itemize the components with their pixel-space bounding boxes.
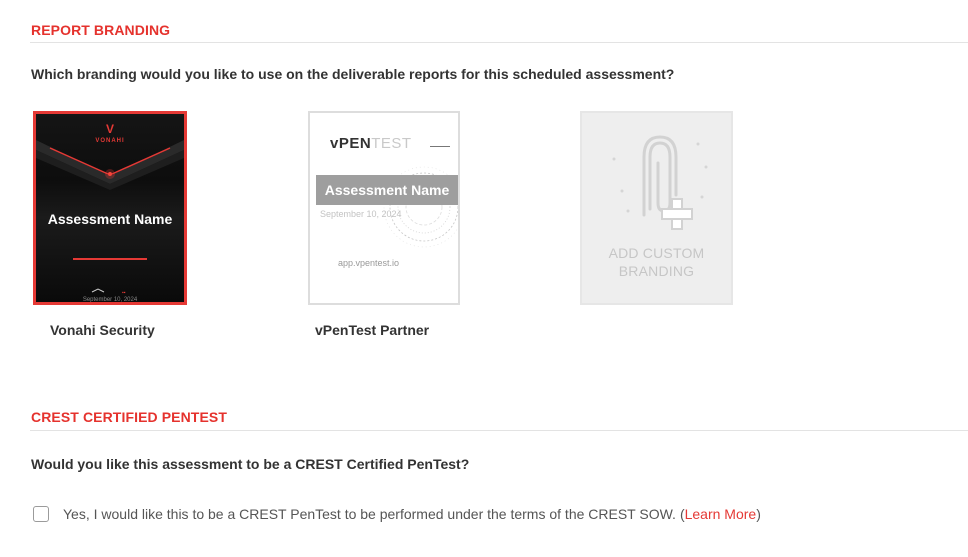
crest-question: Would you like this assessment to be a C… — [31, 456, 470, 472]
crest-checkbox-label: Yes, I would like this to be a CREST Pen… — [63, 506, 676, 522]
paperclip-plus-icon — [612, 135, 708, 230]
crest-checkbox[interactable] — [33, 506, 49, 522]
add-custom-branding-button[interactable]: ADD CUSTOM BRANDING — [580, 111, 733, 305]
svg-text:▪▪: ▪▪ — [122, 290, 126, 296]
report-branding-title: REPORT BRANDING — [31, 22, 171, 38]
divider — [30, 42, 968, 43]
branding-label-vonahi: Vonahi Security — [50, 322, 155, 338]
preview-divider-line — [73, 258, 147, 260]
vonahi-logo: V — [105, 122, 114, 136]
preview-url: app.vpentest.io — [338, 258, 400, 268]
paren-close: ) — [756, 506, 761, 522]
add-custom-branding-label: ADD CUSTOM BRANDING — [608, 245, 705, 279]
vpentest-logo: vPENTEST — [330, 135, 412, 152]
preview-date: September 10, 2024 — [320, 209, 402, 219]
preview-date: September 10, 2024 — [82, 297, 138, 303]
logo-underline — [430, 146, 450, 147]
preview-assessment-name: Assessment Name — [47, 211, 173, 227]
branding-option-vpentest-partner[interactable]: vPENTEST Assessment Name September 10, 2… — [308, 111, 460, 305]
branding-option-vonahi-security[interactable]: ▪▪ V VONAHI Assessment Name September 10… — [33, 111, 187, 305]
divider — [30, 430, 968, 431]
branding-label-vpentest-partner: vPenTest Partner — [315, 322, 430, 338]
vonahi-logo-text: VONAHI — [95, 138, 125, 144]
learn-more-link[interactable]: Learn More — [685, 506, 757, 522]
branding-question: Which branding would you like to use on … — [31, 66, 675, 82]
crest-checkbox-row: Yes, I would like this to be a CREST Pen… — [33, 506, 761, 522]
preview-assessment-name: Assessment Name — [316, 175, 458, 205]
crest-title: CREST CERTIFIED PENTEST — [31, 409, 227, 425]
